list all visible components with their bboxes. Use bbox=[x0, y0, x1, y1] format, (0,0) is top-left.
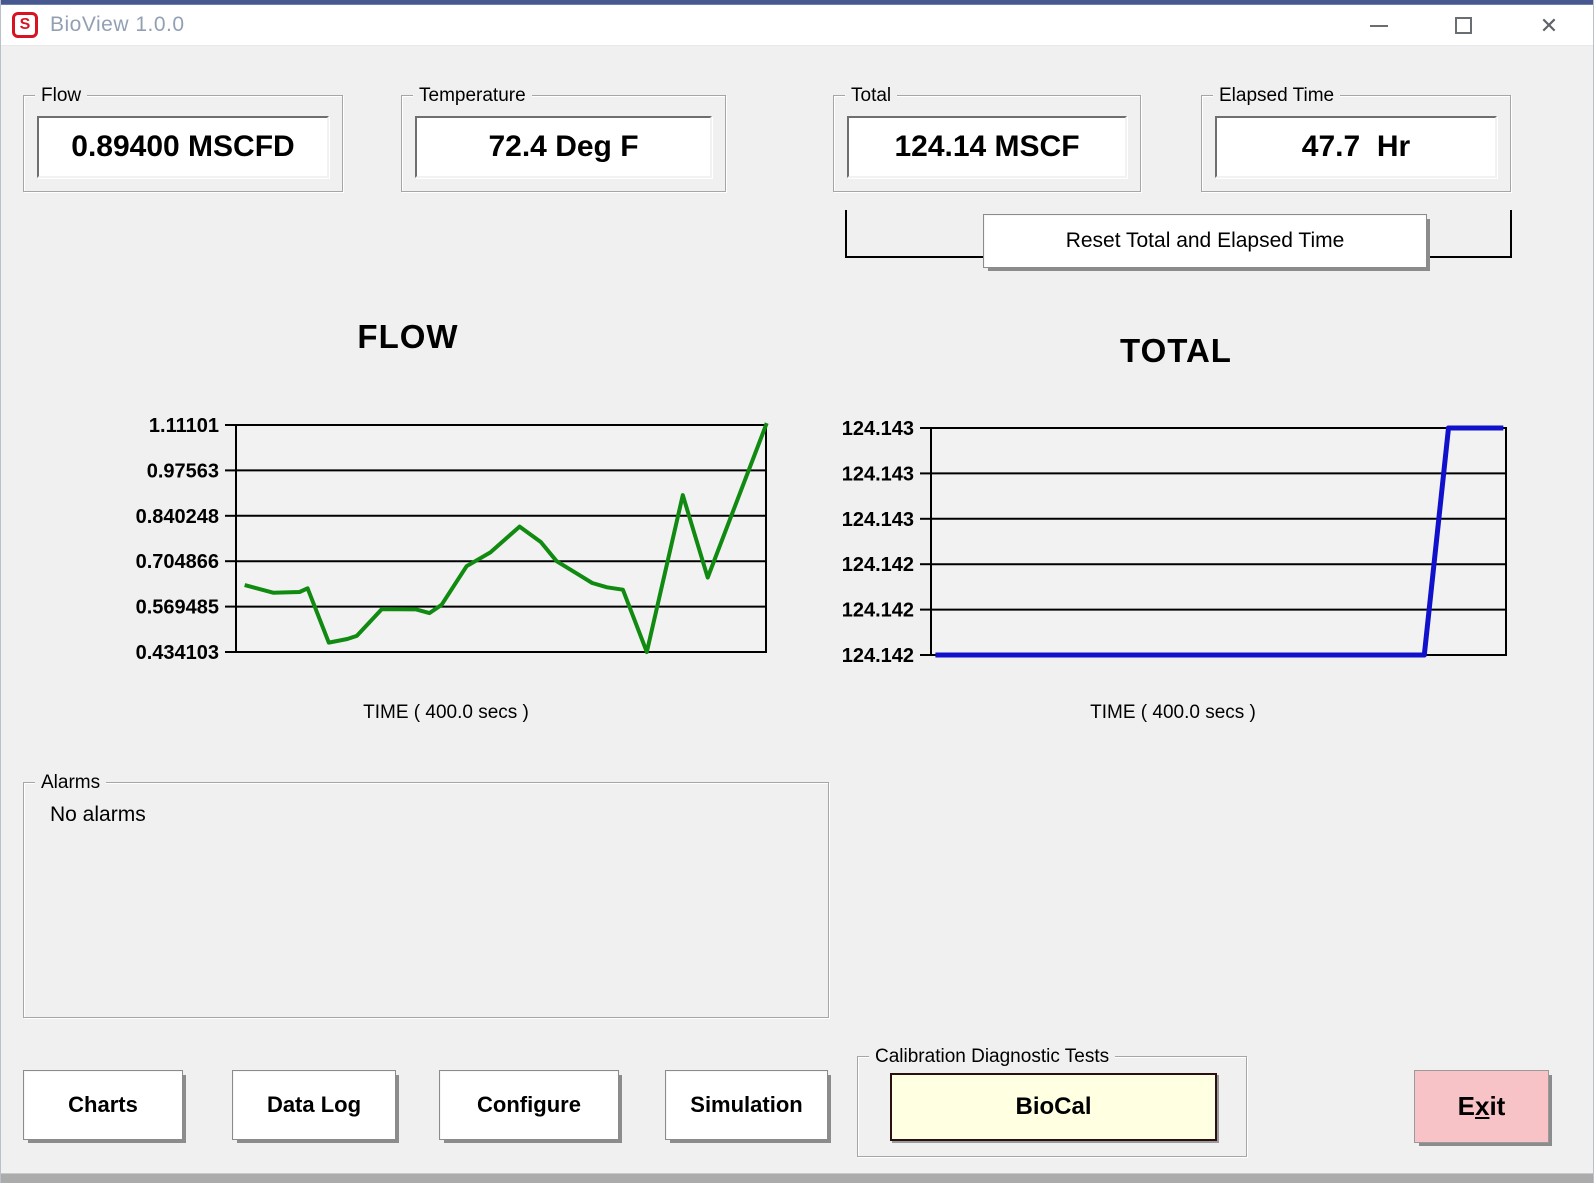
reset-total-elapsed-button[interactable]: Reset Total and Elapsed Time bbox=[983, 214, 1427, 268]
reset-bracket-right bbox=[1510, 210, 1512, 258]
y-tick-label: 0.434103 bbox=[136, 642, 219, 664]
data-log-button[interactable]: Data Log bbox=[232, 1070, 396, 1140]
charts-button[interactable]: Charts bbox=[23, 1070, 183, 1140]
elapsed-time-group-label: Elapsed Time bbox=[1213, 85, 1340, 107]
reset-button-label: Reset Total and Elapsed Time bbox=[1066, 229, 1345, 253]
configure-button[interactable]: Configure bbox=[439, 1070, 619, 1140]
y-tick-label: 0.569485 bbox=[136, 597, 219, 619]
window-title: BioView 1.0.0 bbox=[50, 13, 185, 37]
temperature-value-display: 72.4 Deg F bbox=[415, 116, 712, 178]
minimize-icon bbox=[1370, 25, 1388, 27]
total-groupbox: Total 124.14 MSCF bbox=[833, 95, 1141, 192]
charts-button-label: Charts bbox=[68, 1092, 138, 1118]
y-tick-label: 1.11101 bbox=[149, 415, 219, 437]
chart-title: TOTAL bbox=[1120, 332, 1232, 369]
biocal-button-label: BioCal bbox=[1015, 1093, 1091, 1121]
alarms-group-label: Alarms bbox=[35, 772, 106, 794]
flow-groupbox: Flow 0.89400 MSCFD bbox=[23, 95, 343, 192]
flow-value-display: 0.89400 MSCFD bbox=[37, 116, 329, 178]
chart-title: FLOW bbox=[357, 318, 458, 355]
x-axis-label: TIME ( 400.0 secs ) bbox=[363, 702, 529, 723]
y-tick-label: 124.142 bbox=[842, 645, 914, 667]
flow-chart-svg: FLOW 1.11101 0.97563 0.840248 0.704866 0.5694… bbox=[101, 300, 801, 740]
y-tick-label: 0.97563 bbox=[147, 460, 219, 482]
simulation-button-label: Simulation bbox=[690, 1092, 802, 1118]
exit-button-label: Exit bbox=[1458, 1091, 1506, 1122]
total-chart-svg: TOTAL 124.143 124.143 124.143 124.142 124.142… bbox=[821, 300, 1541, 740]
exit-button[interactable]: Exit bbox=[1414, 1070, 1549, 1143]
minimize-button[interactable] bbox=[1351, 5, 1407, 46]
y-tick-label: 124.143 bbox=[842, 463, 914, 485]
elapsed-time-groupbox: Elapsed Time 47.7 Hr bbox=[1201, 95, 1511, 192]
plot-area bbox=[931, 428, 1506, 655]
total-chart: TOTAL 124.143 124.143 124.143 124.142 124.142… bbox=[821, 300, 1541, 740]
simulation-button[interactable]: Simulation bbox=[665, 1070, 828, 1140]
y-tick-label: 0.840248 bbox=[136, 506, 219, 528]
bioview-window: S BioView 1.0.0 ✕ Flow 0.89400 MSCFD Tem… bbox=[0, 0, 1594, 1183]
maximize-icon bbox=[1455, 17, 1472, 34]
reset-bracket-left bbox=[845, 210, 847, 258]
y-tick-label: 124.143 bbox=[842, 509, 914, 531]
alarms-groupbox: Alarms No alarms bbox=[23, 782, 829, 1018]
y-tick-label: 124.142 bbox=[842, 554, 914, 576]
calibration-group-label: Calibration Diagnostic Tests bbox=[869, 1046, 1115, 1068]
taskbar-edge bbox=[1, 1173, 1593, 1183]
y-tick-label: 0.704866 bbox=[136, 551, 219, 573]
configure-button-label: Configure bbox=[477, 1092, 581, 1118]
elapsed-time-value-display: 47.7 Hr bbox=[1215, 116, 1497, 178]
maximize-button[interactable] bbox=[1435, 5, 1491, 46]
plot-area bbox=[236, 425, 766, 652]
total-group-label: Total bbox=[845, 85, 897, 107]
x-axis-label: TIME ( 400.0 secs ) bbox=[1090, 702, 1256, 723]
calibration-groupbox: Calibration Diagnostic Tests BioCal bbox=[857, 1056, 1247, 1157]
temperature-groupbox: Temperature 72.4 Deg F bbox=[401, 95, 726, 192]
flow-group-label: Flow bbox=[35, 85, 87, 107]
flow-chart: FLOW 1.11101 0.97563 0.840248 0.704866 0.5694… bbox=[101, 300, 801, 740]
close-button[interactable]: ✕ bbox=[1521, 5, 1577, 46]
app-logo-icon: S bbox=[12, 12, 38, 38]
biocal-button[interactable]: BioCal bbox=[890, 1073, 1217, 1141]
app-logo-letter: S bbox=[20, 15, 31, 35]
y-tick-label: 124.143 bbox=[842, 418, 914, 440]
alarm-status-text: No alarms bbox=[50, 803, 146, 827]
close-icon: ✕ bbox=[1540, 15, 1558, 37]
y-tick-label: 124.142 bbox=[842, 600, 914, 622]
total-value-display: 124.14 MSCF bbox=[847, 116, 1127, 178]
temperature-group-label: Temperature bbox=[413, 85, 532, 107]
data-log-button-label: Data Log bbox=[267, 1092, 361, 1118]
